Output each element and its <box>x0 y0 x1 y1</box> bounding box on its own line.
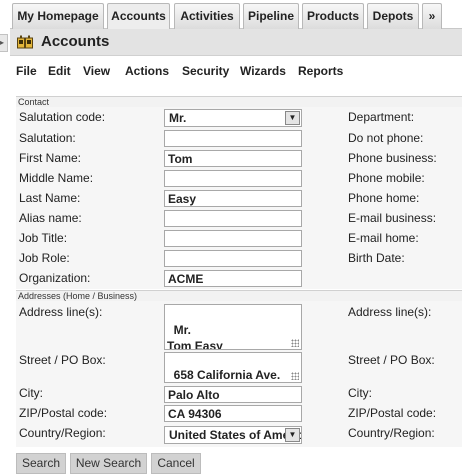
phone-mobile-label: Phone mobile: <box>348 171 425 185</box>
tab-pipeline[interactable]: Pipeline <box>243 3 299 29</box>
chevron-down-icon[interactable]: ▼ <box>285 111 300 125</box>
zip-label: ZIP/Postal code: <box>19 406 108 420</box>
country-label: Country/Region: <box>19 426 106 440</box>
addresses-section-title: Addresses (Home / Business) <box>16 290 462 301</box>
search-button[interactable]: Search <box>16 453 66 474</box>
menu-reports[interactable]: Reports <box>298 64 343 78</box>
email-business-label: E-mail business: <box>348 211 437 225</box>
business-address-lines-label: Address line(s): <box>348 305 432 319</box>
menu-view[interactable]: View <box>83 64 110 78</box>
country-select[interactable]: United States of America ▼ <box>164 426 302 444</box>
job-role-field[interactable] <box>164 250 302 267</box>
middle-name-field[interactable] <box>164 170 302 187</box>
resize-grip-icon[interactable] <box>291 372 299 380</box>
accounts-icon <box>17 35 33 49</box>
organization-label: Organization: <box>19 271 91 285</box>
menu-actions[interactable]: Actions <box>125 64 169 78</box>
menu-file[interactable]: File <box>16 64 37 78</box>
salutation-code-label: Salutation code: <box>19 110 106 124</box>
alias-name-field[interactable] <box>164 210 302 227</box>
street-label: Street / PO Box: <box>19 353 106 367</box>
organization-field[interactable]: ACME <box>164 270 302 287</box>
salutation-code-value: Mr. <box>169 111 187 125</box>
page-header: Accounts <box>10 29 462 56</box>
street-field[interactable]: 658 California Ave. <box>164 352 302 383</box>
job-title-field[interactable] <box>164 230 302 247</box>
chevron-down-icon[interactable]: ▼ <box>285 428 300 442</box>
street-value: 658 California Ave. <box>173 368 281 382</box>
job-role-label: Job Role: <box>19 251 70 265</box>
birth-date-label: Birth Date: <box>348 251 405 265</box>
menu-edit[interactable]: Edit <box>48 64 71 78</box>
salutation-label: Salutation: <box>19 131 76 145</box>
last-name-field[interactable]: Easy <box>164 190 302 207</box>
new-search-button[interactable]: New Search <box>70 453 147 474</box>
business-zip-label: ZIP/Postal code: <box>348 406 437 420</box>
alias-name-label: Alias name: <box>19 211 82 225</box>
tab-products[interactable]: Products <box>302 3 364 29</box>
menu-bar: File Edit View Actions Security Wizards … <box>10 60 462 82</box>
tab-more[interactable]: » <box>422 3 442 29</box>
page-title: Accounts <box>41 33 110 50</box>
tab-accounts[interactable]: Accounts <box>107 3 170 30</box>
address-lines-field[interactable]: Mr. Tom Easy <box>164 304 302 350</box>
phone-business-label: Phone business: <box>348 151 437 165</box>
contact-section-title: Contact <box>16 96 462 107</box>
salutation-code-select[interactable]: Mr. ▼ <box>164 109 302 127</box>
email-home-label: E-mail home: <box>348 231 419 245</box>
first-name-field[interactable]: Tom <box>164 150 302 167</box>
city-field[interactable]: Palo Alto <box>164 386 302 403</box>
resize-grip-icon[interactable] <box>291 339 299 347</box>
address-lines-label: Address line(s): <box>19 305 103 319</box>
country-value: United States of America <box>169 428 302 442</box>
salutation-field[interactable] <box>164 130 302 147</box>
tab-activities[interactable]: Activities <box>174 3 240 29</box>
business-street-label: Street / PO Box: <box>348 353 435 367</box>
middle-name-label: Middle Name: <box>19 171 94 185</box>
phone-home-label: Phone home: <box>348 191 420 205</box>
address-lines-value: Mr. Tom Easy <box>167 323 223 350</box>
job-title-label: Job Title: <box>19 231 68 245</box>
tab-my-homepage[interactable]: My Homepage <box>12 3 104 29</box>
menu-wizards[interactable]: Wizards <box>240 64 286 78</box>
sidebar-toggle-handle[interactable]: ▸ <box>0 34 8 52</box>
cancel-button[interactable]: Cancel <box>151 453 201 474</box>
business-country-label: Country/Region: <box>348 426 435 440</box>
zip-field[interactable]: CA 94306 <box>164 405 302 422</box>
menu-security[interactable]: Security <box>182 64 229 78</box>
tab-bar: My Homepage Accounts Activities Pipeline… <box>0 0 462 30</box>
tab-depots[interactable]: Depots <box>367 3 419 29</box>
city-label: City: <box>19 386 43 400</box>
department-label: Department: <box>348 110 415 124</box>
do-not-phone-label: Do not phone: <box>348 131 424 145</box>
first-name-label: First Name: <box>19 151 82 165</box>
business-city-label: City: <box>348 386 372 400</box>
last-name-label: Last Name: <box>19 191 81 205</box>
